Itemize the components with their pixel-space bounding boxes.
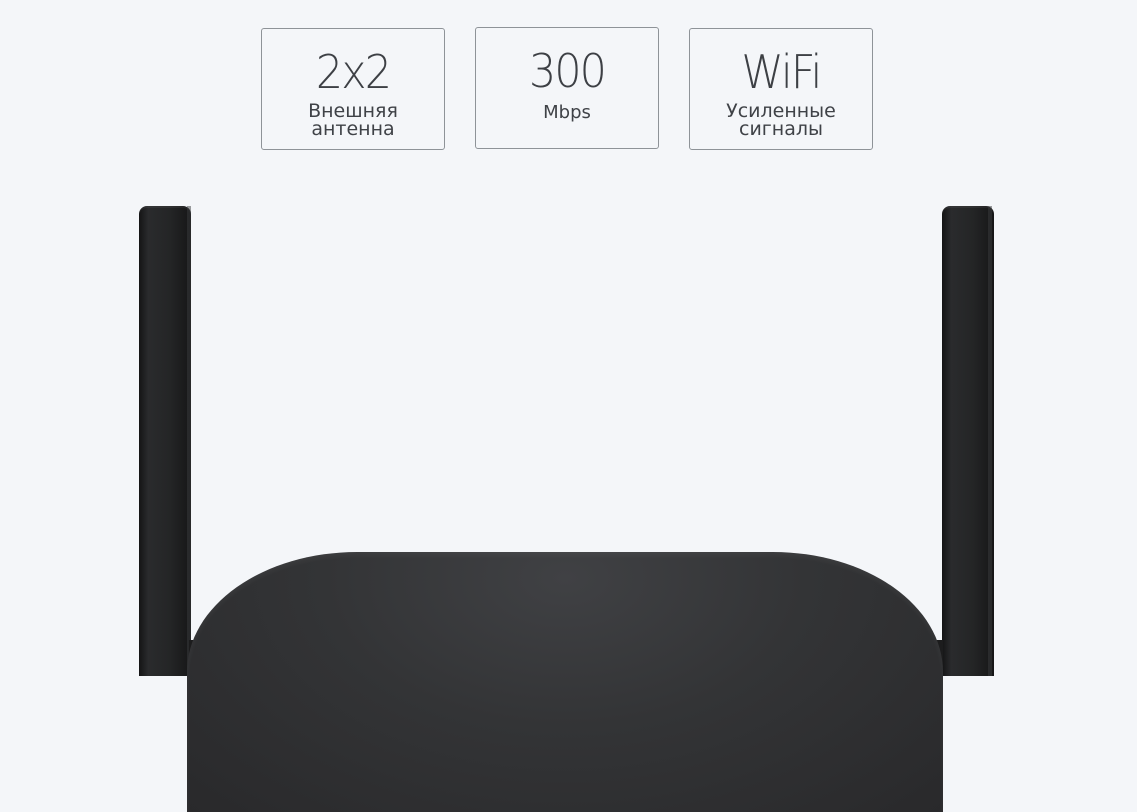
right-antenna-edge [988, 206, 992, 676]
left-antenna-edge [187, 206, 191, 676]
right-antenna [942, 206, 994, 676]
device-body [187, 552, 943, 812]
left-antenna [139, 206, 191, 676]
wifi-repeater-device [0, 0, 1137, 812]
